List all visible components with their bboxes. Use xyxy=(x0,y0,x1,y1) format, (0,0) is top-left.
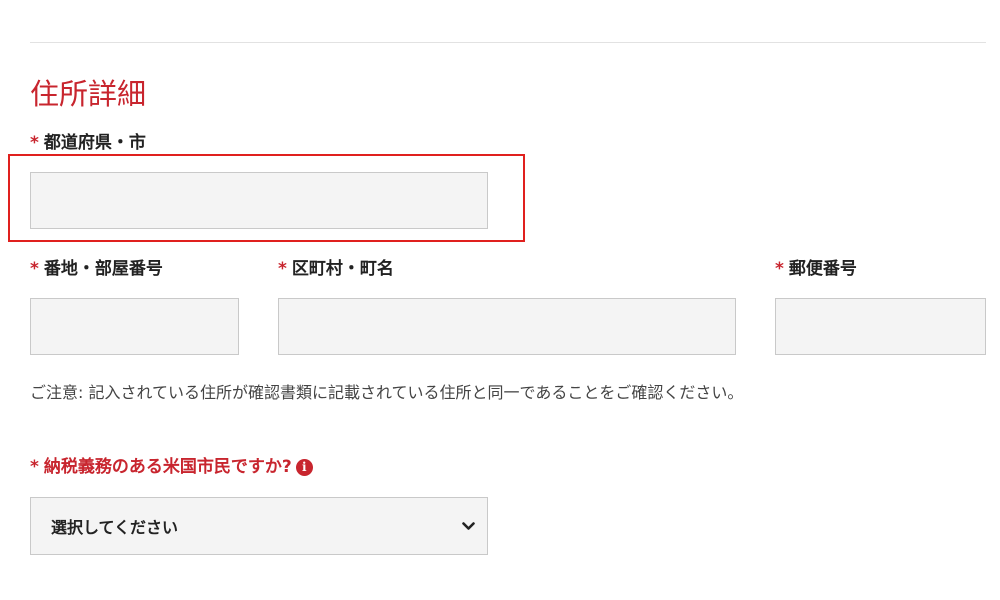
ward-town-input[interactable] xyxy=(278,298,736,355)
tax-status-selected-value: 選択してください xyxy=(51,518,179,537)
tax-question-label: * 納税義務のある米国市民ですか? i xyxy=(30,455,313,479)
tax-status-select[interactable]: 選択してください xyxy=(30,497,488,555)
postal-code-label: * 郵便番号 xyxy=(775,257,857,281)
highlight-box xyxy=(8,154,525,242)
address-room-label-text: 番地・部屋番号 xyxy=(43,259,163,279)
required-mark: * xyxy=(30,259,39,279)
tax-question-label-text: 納税義務のある米国市民ですか? xyxy=(43,457,292,477)
address-note: ご注意: 記入されている住所が確認書類に記載されている住所と同一であることをご確… xyxy=(30,383,744,402)
info-icon[interactable]: i xyxy=(295,458,313,476)
required-mark: * xyxy=(278,259,287,279)
address-room-label: * 番地・部屋番号 xyxy=(30,257,163,281)
required-mark: * xyxy=(30,457,39,477)
required-mark: * xyxy=(30,133,39,153)
postal-code-label-text: 郵便番号 xyxy=(788,259,857,279)
section-divider xyxy=(30,42,986,43)
address-room-input[interactable] xyxy=(30,298,239,355)
chevron-down-icon xyxy=(461,519,475,533)
section-title: 住所詳細 xyxy=(30,77,147,111)
ward-town-label-text: 区町村・町名 xyxy=(291,259,394,279)
prefecture-city-label: * 都道府県・市 xyxy=(30,131,146,155)
prefecture-city-label-text: 都道府県・市 xyxy=(43,133,146,153)
postal-code-input[interactable] xyxy=(775,298,986,355)
required-mark: * xyxy=(775,259,784,279)
ward-town-label: * 区町村・町名 xyxy=(278,257,394,281)
